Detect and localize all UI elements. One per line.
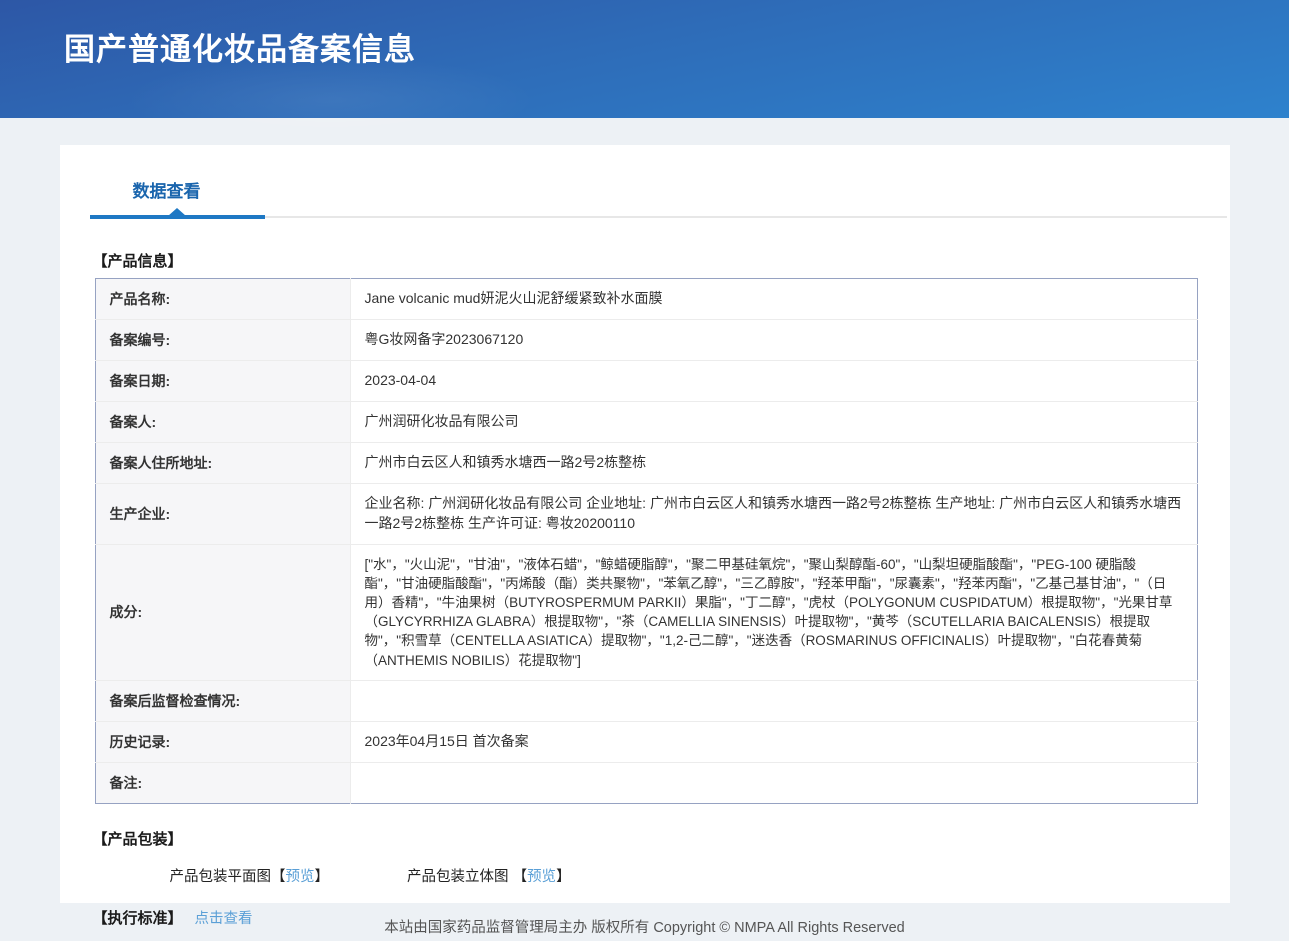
field-value: 广州市白云区人和镇秀水塘西一路2号2栋整栋	[350, 443, 1197, 484]
field-value	[350, 680, 1197, 721]
page-header: 国产普通化妆品备案信息	[0, 0, 1289, 118]
field-label: 成分:	[95, 544, 350, 680]
field-value: 2023-04-04	[350, 361, 1197, 402]
packaging-item-flat: 产品包装平面图【预览】	[170, 865, 330, 886]
bracket-open: 【	[271, 869, 286, 885]
product-info-table: 产品名称:Jane volcanic mud妍泥火山泥舒缓紧致补水面膜备案编号:…	[95, 278, 1198, 804]
field-value: Jane volcanic mud妍泥火山泥舒缓紧致补水面膜	[350, 279, 1197, 320]
product-info-table-wrap: 产品名称:Jane volcanic mud妍泥火山泥舒缓紧致补水面膜备案编号:…	[95, 278, 1198, 804]
standards-label: 【执行标准】	[93, 910, 183, 927]
packaging-section-title: 【产品包装】	[93, 828, 1230, 849]
field-label: 备案人:	[95, 402, 350, 443]
field-label: 备案后监督检查情况:	[95, 680, 350, 721]
view-standards-link[interactable]: 点击查看	[195, 911, 253, 927]
packaging-flat-label: 产品包装平面图	[170, 869, 272, 885]
content-card: 数据查看 【产品信息】 产品名称:Jane volcanic mud妍泥火山泥舒…	[60, 145, 1230, 903]
tab-data-view[interactable]: 数据查看	[133, 177, 201, 202]
table-row: 备注:	[95, 762, 1197, 803]
table-row: 产品名称:Jane volcanic mud妍泥火山泥舒缓紧致补水面膜	[95, 279, 1197, 320]
bracket-close: 】	[315, 869, 330, 885]
packaging-stereo-label: 产品包装立体图	[407, 869, 513, 885]
field-value: 广州润研化妆品有限公司	[350, 402, 1197, 443]
bracket-close: 】	[556, 869, 571, 885]
page-title: 国产普通化妆品备案信息	[64, 24, 416, 69]
table-row: 生产企业:企业名称: 广州润研化妆品有限公司 企业地址: 广州市白云区人和镇秀水…	[95, 484, 1197, 545]
field-value	[350, 762, 1197, 803]
field-label: 备注:	[95, 762, 350, 803]
field-label: 备案人住所地址:	[95, 443, 350, 484]
preview-link-flat[interactable]: 预览	[286, 869, 315, 885]
product-info-section-title: 【产品信息】	[93, 250, 1230, 271]
field-value: 粤G妆网备字2023067120	[350, 320, 1197, 361]
field-value: 2023年04月15日 首次备案	[350, 721, 1197, 762]
field-value: ["水"，"火山泥"，"甘油"，"液体石蜡"，"鲸蜡硬脂醇"，"聚二甲基硅氧烷"…	[350, 544, 1197, 680]
table-row: 成分:["水"，"火山泥"，"甘油"，"液体石蜡"，"鲸蜡硬脂醇"，"聚二甲基硅…	[95, 544, 1197, 680]
table-row: 备案人:广州润研化妆品有限公司	[95, 402, 1197, 443]
packaging-item-stereo: 产品包装立体图 【预览】	[407, 865, 571, 886]
packaging-row: 产品包装平面图【预览】 产品包装立体图 【预览】	[170, 865, 1230, 886]
table-row: 备案人住所地址:广州市白云区人和镇秀水塘西一路2号2栋整栋	[95, 443, 1197, 484]
field-label: 备案日期:	[95, 361, 350, 402]
preview-link-stereo[interactable]: 预览	[527, 869, 556, 885]
field-label: 产品名称:	[95, 279, 350, 320]
table-row: 历史记录:2023年04月15日 首次备案	[95, 721, 1197, 762]
tab-underline	[60, 215, 1230, 219]
field-label: 历史记录:	[95, 721, 350, 762]
field-value: 企业名称: 广州润研化妆品有限公司 企业地址: 广州市白云区人和镇秀水塘西一路2…	[350, 484, 1197, 545]
table-row: 备案日期:2023-04-04	[95, 361, 1197, 402]
tab-pointer-icon	[168, 208, 186, 216]
field-label: 备案编号:	[95, 320, 350, 361]
standards-row: 【执行标准】点击查看	[93, 907, 1230, 928]
field-label: 生产企业:	[95, 484, 350, 545]
table-row: 备案编号:粤G妆网备字2023067120	[95, 320, 1197, 361]
table-row: 备案后监督检查情况:	[95, 680, 1197, 721]
bracket-open: 【	[513, 869, 528, 885]
